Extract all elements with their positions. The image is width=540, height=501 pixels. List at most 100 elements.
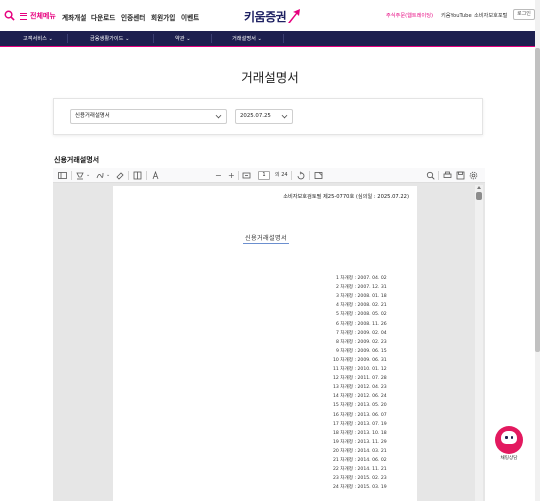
revision-date: 2008. 02. 21 — [357, 303, 387, 309]
revision-label: 12 차개정 — [333, 376, 353, 382]
highlight-icon[interactable] — [76, 171, 84, 180]
nav-trade-manual-label: 거래설명서 — [232, 36, 256, 42]
revision-label: 10 차개정 — [333, 357, 353, 363]
save-icon[interactable] — [456, 171, 465, 180]
revision-row: 19 차개정 : 2013. 11. 29 — [325, 439, 387, 445]
sub-nav-bar: 고객서비스 ⌄ 금융생활가이드 ⌄ 약관 ⌄ 거래설명서 ⌄ — [0, 31, 540, 47]
revision-label: 23 차개정 — [333, 476, 353, 482]
top-header: 전체메뉴 계좌개설 다운로드 인증센터 회원가입 이벤트 키움증권 주식주문(웹… — [0, 0, 540, 32]
chatbot-eye — [505, 436, 508, 439]
chatbot-eye — [510, 436, 513, 439]
document-select-value: 신용거래설명서 — [75, 113, 110, 119]
zoom-in-icon[interactable]: + — [228, 171, 235, 180]
print-icon[interactable] — [443, 171, 452, 180]
revision-row: 10 차개정 : 2009. 06. 31 — [325, 357, 387, 363]
kiwoom-logo[interactable]: 키움증권 — [244, 5, 301, 27]
login-button[interactable]: 로그인 — [513, 9, 535, 20]
chatbot-button[interactable] — [495, 426, 523, 454]
page-scroll-thumb[interactable] — [535, 48, 540, 352]
revision-label: 24 차개정 — [333, 485, 353, 491]
revision-row: 6 차개정 : 2008. 11. 26 — [325, 321, 387, 327]
revision-row: 16 차개정 : 2013. 06. 07 — [325, 412, 387, 418]
rotate-icon[interactable] — [296, 171, 305, 180]
revision-row: 12 차개정 : 2011. 07. 28 — [325, 375, 387, 381]
util-youtube[interactable]: 키움YouTube — [441, 12, 472, 19]
page-number-input[interactable]: 1 — [258, 171, 270, 180]
logo-text: 키움증권 — [244, 9, 287, 24]
gear-icon[interactable] — [469, 171, 478, 180]
revision-row: 15 차개정 : 2013. 05. 20 — [325, 402, 387, 408]
revision-date: 2014. 11. 21 — [357, 467, 387, 473]
draw-icon[interactable] — [96, 171, 104, 180]
pdf-toolbar: ⌄ ⌄ − + 1 의 24 — [53, 168, 485, 183]
revision-label: 21 차개정 — [333, 458, 353, 463]
fit-page-icon[interactable] — [242, 171, 251, 180]
viewer-scroll-thumb[interactable] — [476, 192, 482, 200]
revision-date: 2009. 06. 15 — [357, 348, 387, 354]
hamburger-icon — [20, 12, 27, 20]
sidebar-toggle-icon[interactable] — [58, 171, 67, 180]
pdf-page: 소비자보호검토필 제25-0770호 (심의일 : 2025.07.22) 신용… — [113, 186, 417, 501]
revision-row: 7 차개정 : 2009. 02. 04 — [325, 330, 387, 336]
revision-date: 2015. 03. 19 — [357, 485, 387, 491]
document-select[interactable]: 신용거래설명서 — [70, 109, 227, 124]
date-select-value: 2025.07.25 — [240, 113, 271, 119]
revision-date: 2013. 06. 07 — [357, 412, 387, 418]
revision-date: 2013. 07. 19 — [357, 421, 387, 427]
nav-customer-service[interactable]: 고객서비스 ⌄ — [23, 35, 53, 42]
toolbar-divider — [309, 171, 310, 180]
revision-label: 1 차개정 — [335, 276, 353, 281]
revision-row: 14 차개정 : 2012. 06. 24 — [325, 393, 387, 399]
revision-date: 2007. 04. 02 — [357, 276, 387, 281]
doc-review-ref: 소비자보호검토필 제25-0770호 (심의일 : 2025.07.22) — [283, 194, 409, 200]
gnb-download[interactable]: 다운로드 — [91, 12, 115, 22]
revision-label: 19 차개정 — [333, 439, 353, 445]
revision-row: 17 차개정 : 2013. 07. 19 — [325, 421, 387, 427]
gnb-signup[interactable]: 회원가입 — [151, 12, 175, 22]
search-icon[interactable] — [4, 10, 15, 21]
scroll-up-icon[interactable] — [477, 186, 481, 189]
revision-row: 9 차개정 : 2009. 06. 15 — [325, 348, 387, 354]
util-web-trading[interactable]: 주식주문(웹트레이딩) — [386, 12, 433, 19]
nav-divider — [67, 34, 68, 43]
nav-finance-guide-label: 금융생활가이드 — [90, 36, 124, 42]
revision-label: 22 차개정 — [333, 467, 353, 473]
search-icon[interactable] — [426, 171, 435, 180]
revision-date: 2013. 11. 29 — [357, 439, 387, 445]
all-menu-button[interactable]: 전체메뉴 — [20, 11, 56, 21]
revision-date: 2014. 06. 02 — [357, 458, 387, 463]
page-layout-icon[interactable] — [314, 171, 323, 180]
eraser-icon[interactable] — [115, 171, 124, 180]
nav-trade-manual[interactable]: 거래설명서 ⌄ — [232, 35, 262, 42]
date-select[interactable]: 2025.07.25 — [235, 109, 293, 124]
revision-date: 2011. 07. 28 — [357, 376, 387, 382]
nav-finance-guide[interactable]: 금융생활가이드 ⌄ — [90, 35, 129, 42]
toolbar-divider — [438, 171, 439, 180]
nav-divider — [283, 34, 284, 43]
chevron-down-icon[interactable]: ⌄ — [86, 171, 90, 180]
revision-row: 21 차개정 : 2014. 06. 02 — [325, 457, 387, 463]
viewer-scrollbar[interactable] — [475, 185, 483, 501]
util-consumer-portal[interactable]: 소비자보호포털 — [474, 12, 507, 19]
gnb-event[interactable]: 이벤트 — [181, 12, 199, 22]
page-view-icon[interactable] — [133, 171, 142, 180]
revision-date: 2013. 10. 18 — [357, 430, 387, 436]
gnb-account-open[interactable]: 계좌개설 — [62, 12, 86, 22]
revision-label: 8 차개정 — [335, 339, 353, 345]
page-scrollbar[interactable] — [535, 0, 540, 501]
revision-row: 24 차개정 : 2015. 03. 19 — [325, 484, 387, 490]
revision-date: 2012. 06. 24 — [357, 394, 387, 400]
nav-terms[interactable]: 약관 ⌄ — [175, 35, 191, 42]
revision-row: 2 차개정 : 2007. 12. 31 — [325, 284, 387, 290]
chevron-down-icon — [281, 112, 288, 119]
chevron-down-icon[interactable]: ⌄ — [106, 171, 110, 180]
revision-date: 2008. 11. 26 — [357, 321, 387, 327]
gnb-auth-center[interactable]: 인증센터 — [121, 12, 145, 22]
toolbar-divider — [238, 171, 239, 180]
nav-terms-label: 약관 — [175, 36, 185, 42]
revision-label: 6 차개정 — [335, 321, 353, 327]
text-tool-icon[interactable] — [152, 171, 161, 180]
zoom-out-icon[interactable]: − — [215, 171, 222, 180]
doc-title: 신용거래설명서 — [243, 235, 289, 244]
revision-date: 2008. 05. 02 — [357, 312, 387, 318]
